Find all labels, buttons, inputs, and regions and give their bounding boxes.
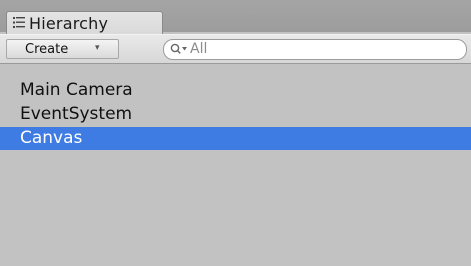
- search-input[interactable]: All: [163, 39, 467, 60]
- list-icon: [13, 17, 25, 28]
- search-value: All: [190, 41, 208, 57]
- hierarchy-item-label: EventSystem: [20, 104, 133, 124]
- tab-bar: Hierarchy: [0, 0, 471, 35]
- dropdown-caret-icon: ▾: [95, 43, 100, 53]
- search-icon: [170, 43, 187, 54]
- hierarchy-item-label: Canvas: [20, 128, 83, 148]
- hierarchy-item-canvas[interactable]: Canvas: [0, 127, 471, 150]
- create-button[interactable]: Create ▾: [6, 39, 119, 59]
- hierarchy-window: Hierarchy Create ▾ All Main Camera Event…: [0, 0, 471, 266]
- tab-label: Hierarchy: [29, 14, 109, 33]
- hierarchy-item-main-camera[interactable]: Main Camera: [0, 79, 471, 102]
- create-label: Create: [25, 42, 69, 57]
- hierarchy-item-eventsystem[interactable]: EventSystem: [0, 103, 471, 126]
- hierarchy-item-label: Main Camera: [20, 80, 133, 100]
- tab-hierarchy[interactable]: Hierarchy: [6, 11, 163, 35]
- toolbar: Create ▾ All: [0, 34, 471, 64]
- hierarchy-list: Main Camera EventSystem Canvas: [0, 66, 471, 266]
